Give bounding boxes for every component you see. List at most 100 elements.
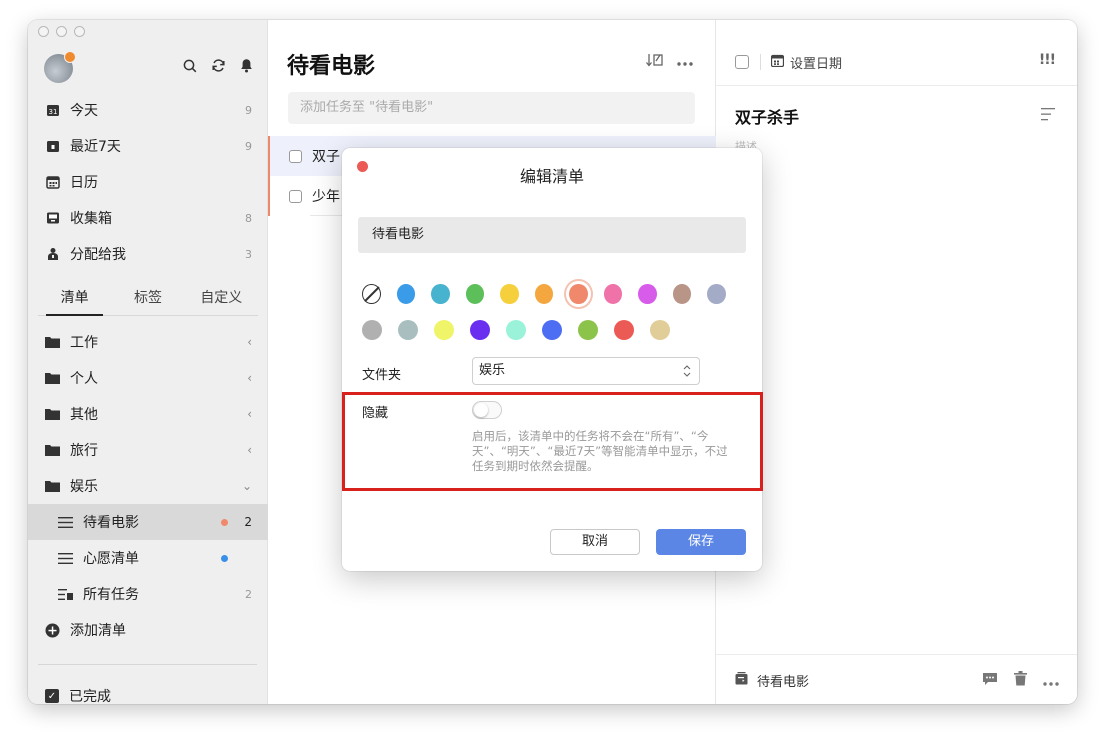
color-swatch[interactable] [506,320,526,340]
color-swatch[interactable] [638,284,657,304]
all-tasks-icon [58,586,74,602]
hide-hint-text: 启用后，该清单中的任务将不会在“所有”、“今天”、“明天”、“最近7天”等智能清… [472,429,728,473]
folder-select[interactable]: 娱乐 [472,357,700,385]
color-swatch[interactable] [465,284,485,304]
task-complete-checkbox[interactable] [735,55,749,69]
comment-icon[interactable] [982,671,998,690]
no-color-swatch[interactable] [362,284,381,304]
folder-item-other[interactable]: 其他 ‹ [28,396,268,432]
color-swatch[interactable] [603,284,623,304]
page-title: 待看电影 [287,54,376,79]
tab-custom[interactable]: 自定义 [185,286,258,315]
chevron-left-icon[interactable]: ‹ [247,371,252,385]
chevron-left-icon[interactable]: ‹ [247,443,252,457]
sidebar-item-calendar[interactable]: 日历 [28,164,268,200]
notification-bell-icon[interactable] [240,58,253,73]
chevron-down-icon[interactable]: ⌄ [242,479,252,493]
task-title: 双子 [312,149,340,165]
color-swatch[interactable] [672,284,692,304]
chevron-left-icon[interactable]: ‹ [247,407,252,421]
sync-icon[interactable] [211,58,226,73]
tab-tags[interactable]: 标签 [111,286,184,315]
sidebar-item-today[interactable]: 31 今天 9 [28,92,268,128]
task-checkbox[interactable] [289,189,302,203]
list-name-input[interactable]: 待看电影 [358,217,746,253]
task-checkbox[interactable] [289,149,302,163]
more-options-icon[interactable] [1043,671,1059,690]
folder-item-work[interactable]: 工作 ‹ [28,324,268,360]
folder-list: 工作 ‹ 个人 ‹ 其他 ‹ 旅行 ‹ 娱乐 ⌄ 待看电影 2 心愿清单 所有任… [28,324,268,648]
item-count: 2 [244,515,252,529]
color-swatch[interactable] [534,284,554,304]
chevron-left-icon[interactable]: ‹ [247,335,252,349]
zoom-window-button[interactable] [74,26,85,37]
folder-open-icon [45,478,61,494]
color-swatch[interactable] [398,320,418,340]
list-item-watch-movies[interactable]: 待看电影 2 [28,504,268,540]
folder-label: 文件夹 [362,368,402,383]
premium-badge-icon [64,51,76,63]
item-count: 8 [245,211,252,225]
detail-actions [982,671,1059,690]
priority-flag-button[interactable]: !!! [1039,52,1056,68]
list-label: 心愿清单 [83,551,139,567]
list-item-wishlist[interactable]: 心愿清单 [28,540,268,576]
plus-circle-icon [45,622,61,638]
task-title: 少年 [312,189,340,205]
folder-item-travel[interactable]: 旅行 ‹ [28,432,268,468]
more-options-icon[interactable] [677,54,693,70]
folder-label: 工作 [70,335,98,351]
color-swatch[interactable] [470,320,490,340]
sidebar-item-completed[interactable]: ✓ 已完成 [45,686,111,704]
add-list-button[interactable]: 添加清单 [28,612,268,648]
list-item-all-tasks[interactable]: 所有任务 2 [28,576,268,612]
divider [760,54,761,70]
task-detail-pane: 设置日期 !!! 双子杀手 描述 待看电影 [716,20,1077,704]
color-swatch[interactable] [500,284,519,304]
sidebar-item-assigned-to-me[interactable]: 分配给我 3 [28,236,268,272]
set-date-label: 设置日期 [790,57,843,72]
list-color-dot [221,554,228,562]
color-swatch[interactable] [434,320,454,340]
close-window-button[interactable] [38,26,49,37]
svg-text:31: 31 [49,108,58,116]
calendar-icon [770,54,785,71]
list-label: 所有任务 [83,587,139,603]
color-swatch[interactable] [569,284,588,304]
task-title[interactable]: 双子杀手 [735,104,799,128]
folder-icon [45,406,61,422]
sidebar-item-label: 今天 [70,103,98,119]
trash-icon[interactable] [1014,671,1027,690]
set-date-button[interactable]: 设置日期 [770,53,843,72]
folder-item-personal[interactable]: 个人 ‹ [28,360,268,396]
color-swatch[interactable] [431,284,450,304]
sidebar: 31 今天 9 最近7天 9 日历 收集箱 8 分配给我 3 清单 标签 自定义… [28,20,268,704]
folder-icon [45,334,61,350]
color-swatch[interactable] [650,320,670,340]
sidebar-item-label: 收集箱 [70,211,112,227]
list-label: 待看电影 [83,515,139,531]
hide-toggle[interactable] [472,401,502,419]
color-swatch[interactable] [362,320,382,340]
sort-icon[interactable] [646,53,663,71]
color-swatch[interactable] [542,320,562,340]
avatar[interactable] [44,51,76,83]
tab-lists[interactable]: 清单 [38,286,111,316]
minimize-window-button[interactable] [56,26,67,37]
folder-item-entertainment[interactable]: 娱乐 ⌄ [28,468,268,504]
color-swatch[interactable] [396,284,416,304]
save-button[interactable]: 保存 [656,529,746,555]
description-mode-icon[interactable] [1041,106,1055,125]
color-swatch[interactable] [614,320,634,340]
sidebar-tabs: 清单 标签 自定义 [38,286,258,316]
sidebar-item-inbox[interactable]: 收集箱 8 [28,200,268,236]
color-swatch[interactable] [578,320,598,340]
cancel-button[interactable]: 取消 [550,529,640,555]
sidebar-item-next-7-days[interactable]: 最近7天 9 [28,128,268,164]
move-list-button[interactable]: 待看电影 [735,671,809,690]
hide-label: 隐藏 [362,406,389,421]
search-icon[interactable] [183,59,197,73]
sidebar-item-label: 分配给我 [70,247,126,263]
add-task-input[interactable]: 添加任务至 "待看电影" [288,92,695,124]
color-swatch[interactable] [707,284,726,304]
